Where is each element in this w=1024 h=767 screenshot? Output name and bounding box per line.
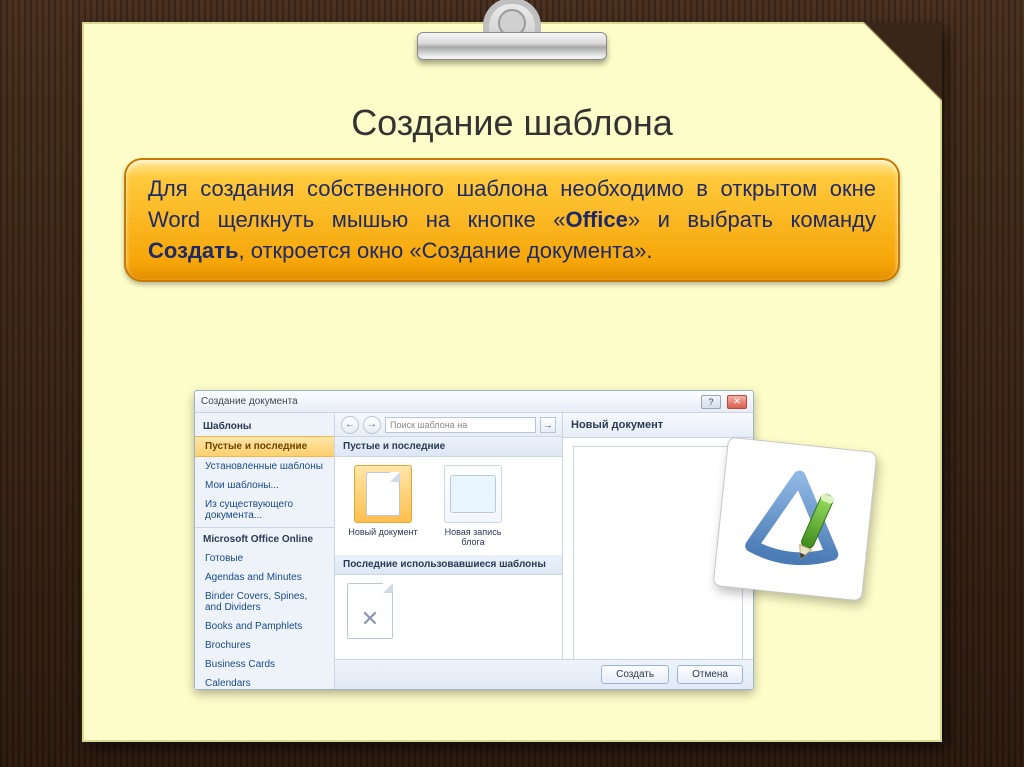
callout-text-2: » и выбрать команду — [628, 207, 876, 232]
sidebar-item-business-cards[interactable]: Business Cards — [195, 655, 334, 674]
thumb-label-blog: Новая запись блога — [437, 527, 509, 547]
sidebar-item-from-existing[interactable]: Из существующего документа... — [195, 495, 334, 525]
templates-gallery: ← → Поиск шаблона на → Пустые и последни… — [335, 413, 563, 689]
callout-bold-office: Office — [565, 207, 627, 232]
triangle-pen-icon — [735, 459, 856, 580]
instruction-callout: Для создания собственного шаблона необхо… — [124, 158, 900, 282]
sidebar-item-featured[interactable]: Готовые — [195, 549, 334, 568]
template-search-input[interactable]: Поиск шаблона на — [385, 417, 536, 433]
sticky-note-slide: Создание шаблона Для создания собственно… — [82, 22, 942, 742]
preview-header: Новый документ — [563, 413, 753, 438]
sidebar-item-calendars[interactable]: Calendars — [195, 674, 334, 689]
callout-bold-create: Создать — [148, 238, 238, 263]
section-recent-templates: Последние использовавшиеся шаблоны — [335, 555, 562, 575]
create-button[interactable]: Создать — [601, 665, 669, 684]
sidebar-item-binders[interactable]: Binder Covers, Spines, and Dividers — [195, 587, 334, 617]
sidebar-item-blank-recent[interactable]: Пустые и последние — [195, 436, 334, 457]
binder-clip-decoration — [417, 0, 607, 74]
template-new-document[interactable]: Новый документ — [347, 465, 419, 547]
logo-card — [713, 437, 878, 602]
recent-template-placeholder-icon[interactable]: ✕ — [347, 583, 393, 639]
sidebar-header-online: Microsoft Office Online — [195, 530, 334, 549]
gallery-toolbar: ← → Поиск шаблона на → — [335, 413, 562, 437]
document-icon — [366, 472, 400, 516]
sidebar-item-installed[interactable]: Установленные шаблоны — [195, 457, 334, 476]
new-document-dialog: Создание документа ? ✕ Шаблоны Пустые и … — [194, 390, 754, 690]
nav-back-button[interactable]: ← — [341, 416, 359, 434]
search-go-button[interactable]: → — [540, 417, 556, 433]
blog-icon — [450, 475, 496, 513]
close-button[interactable]: ✕ — [727, 395, 747, 409]
dialog-title: Создание документа — [201, 396, 695, 407]
template-new-blog-post[interactable]: Новая запись блога — [437, 465, 509, 547]
help-button[interactable]: ? — [701, 395, 721, 409]
sidebar-item-brochures[interactable]: Brochures — [195, 636, 334, 655]
sidebar-item-agendas[interactable]: Agendas and Minutes — [195, 568, 334, 587]
section-blank-recent: Пустые и последние — [335, 437, 562, 457]
sidebar-item-my-templates[interactable]: Мои шаблоны... — [195, 476, 334, 495]
cancel-button[interactable]: Отмена — [677, 665, 743, 684]
sidebar-header-templates: Шаблоны — [195, 417, 334, 436]
dialog-titlebar: Создание документа ? ✕ — [195, 391, 753, 413]
dialog-footer: Создать Отмена — [335, 659, 753, 689]
templates-sidebar: Шаблоны Пустые и последние Установленные… — [195, 413, 335, 689]
sidebar-item-books[interactable]: Books and Pamphlets — [195, 617, 334, 636]
thumb-label-new-doc: Новый документ — [347, 527, 419, 537]
nav-forward-button[interactable]: → — [363, 416, 381, 434]
callout-text-3: , откроется окно «Создание документа». — [238, 238, 652, 263]
